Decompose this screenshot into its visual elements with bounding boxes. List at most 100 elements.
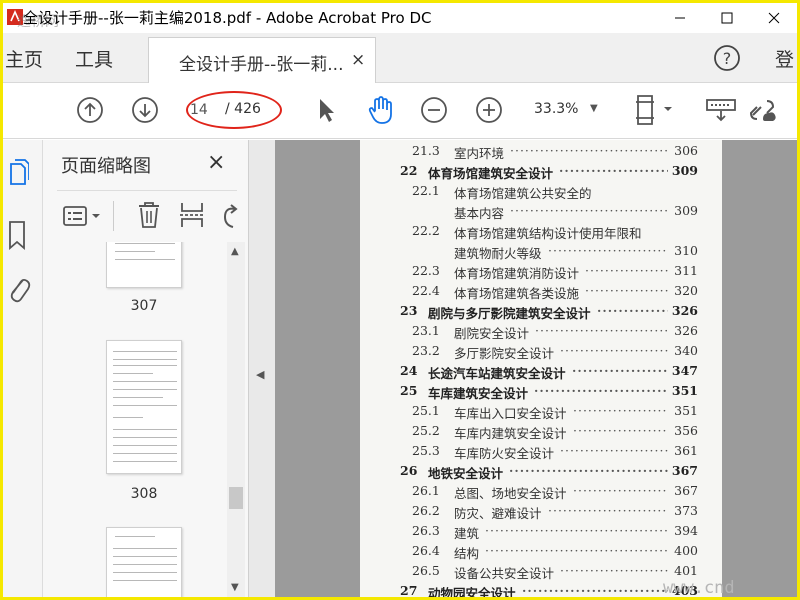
toc-page-number: 400: [674, 543, 698, 558]
toc-page-number: 347: [671, 363, 698, 378]
thumbnail-label: 308: [130, 486, 158, 502]
zoom-out-button[interactable]: [417, 93, 451, 127]
title-bar: 逸桥网 全设计手册--张一莉主编2018.pdf - Adobe Acrobat…: [3, 3, 797, 33]
toc-entry: 22.1 体育场馆建筑公共安全的: [360, 183, 722, 203]
share-link-icon: [749, 100, 776, 121]
toc-leader-dots: ········································…: [510, 143, 668, 158]
select-tool-button[interactable]: [309, 93, 343, 127]
toc-entry: 23.1 剧院安全设计 ······························…: [360, 323, 722, 343]
toc-title: 车库出入口安全设计: [454, 406, 567, 421]
toc-leader-dots: ········································…: [585, 283, 668, 298]
toc-leader-dots: ········································…: [597, 303, 668, 318]
maximize-icon: [721, 12, 733, 24]
toc-title: 建筑: [454, 526, 480, 541]
toc-title: 车库内建筑安全设计: [454, 426, 567, 441]
attachment-icon[interactable]: [5, 272, 31, 306]
thumbnail-page[interactable]: [106, 340, 182, 474]
pages-icon[interactable]: [7, 158, 29, 188]
toc-page-number: 320: [674, 283, 698, 298]
extract-pages-icon[interactable]: [179, 201, 205, 229]
toc-page-number: 311: [674, 263, 698, 278]
toc-title: 设备公共安全设计: [454, 566, 555, 581]
options-menu-icon[interactable]: [63, 205, 103, 227]
toc-leader-dots: ········································…: [560, 343, 668, 358]
toc-title: 防灾、避难设计: [454, 506, 542, 521]
share-link-button[interactable]: [745, 93, 779, 127]
toc-number: 22.3: [412, 263, 440, 278]
toc-leader-dots: ········································…: [548, 243, 668, 258]
zoom-out-icon: [421, 97, 447, 123]
sign-in-button[interactable]: 登: [775, 45, 794, 72]
toc-leader-dots: ········································…: [522, 583, 668, 597]
toc-number: 26.4: [412, 543, 440, 558]
maximize-button[interactable]: [704, 3, 750, 33]
toc-number: 25.3: [412, 443, 440, 458]
toc-page-number: 309: [671, 163, 698, 178]
thumbnail-page[interactable]: [106, 527, 182, 597]
print-button[interactable]: [703, 93, 739, 127]
toc-title: 车库建筑安全设计: [428, 386, 529, 401]
toc-page-number: 351: [671, 383, 698, 398]
toc-title: 室内环境: [454, 146, 505, 161]
toc-leader-dots: ········································…: [485, 543, 668, 558]
left-navigation-rail: [3, 140, 43, 597]
minimize-icon: [675, 17, 685, 19]
close-icon: [768, 12, 780, 24]
scrollbar-thumb[interactable]: [229, 487, 243, 509]
toc-leader-dots: ········································…: [573, 483, 668, 498]
thumbnail-label: 307: [130, 298, 158, 314]
zoom-level-select[interactable]: 33.3%: [534, 101, 578, 117]
toc-number: 22.4: [412, 283, 440, 298]
toc-page-number: 310: [674, 243, 698, 258]
help-icon[interactable]: ?: [713, 44, 741, 72]
delete-icon[interactable]: [137, 201, 161, 229]
collapse-left-icon[interactable]: ◀: [256, 368, 264, 381]
document-tab[interactable]: 全设计手册--张一莉... ×: [148, 37, 376, 83]
chevron-down-icon[interactable]: ▼: [590, 103, 598, 114]
toc-number: 26.3: [412, 523, 440, 538]
toc-number: 25.2: [412, 423, 440, 438]
hand-tool-button[interactable]: [364, 93, 398, 127]
toc-page-number: 326: [674, 323, 698, 338]
rotate-icon[interactable]: [219, 201, 241, 229]
page-down-icon: [132, 97, 158, 123]
toc-page-number: 394: [674, 523, 698, 538]
window-title: 全设计手册--张一莉主编2018.pdf - Adobe Acrobat Pro…: [23, 9, 432, 27]
document-tab-close-button[interactable]: ×: [351, 50, 365, 70]
menu-home[interactable]: 主页: [5, 45, 43, 72]
menu-tools[interactable]: 工具: [75, 45, 113, 72]
toc-page-number: 373: [674, 503, 698, 518]
toc-number: 23.1: [412, 323, 440, 338]
close-window-button[interactable]: [751, 3, 797, 33]
scroll-up-icon[interactable]: ▲: [231, 246, 239, 257]
previous-page-button[interactable]: [73, 93, 107, 127]
toc-leader-dots: ········································…: [534, 383, 668, 398]
minimize-button[interactable]: [657, 3, 703, 33]
document-view[interactable]: 21.3 室内环境 ································…: [275, 140, 797, 597]
toc-entry: 26.3 建筑 ··································…: [360, 523, 722, 543]
toc-number: 22.2: [412, 223, 440, 238]
toc-title: 体育场馆建筑各类设施: [454, 286, 580, 301]
toc-page-number: 351: [674, 403, 698, 418]
bookmark-icon[interactable]: [6, 220, 28, 250]
select-arrow-icon: [320, 99, 334, 122]
toc-number: 24: [400, 363, 418, 378]
toolbar-divider: [113, 201, 114, 231]
toc-entry: 23.2 多厅影院安全设计 ····························…: [360, 343, 722, 363]
page-view-button[interactable]: [631, 93, 675, 127]
thumbnails-scrollbar[interactable]: ▲ ▼: [227, 242, 245, 597]
thumbnail-page[interactable]: [106, 242, 182, 288]
toc-number: 26.1: [412, 483, 440, 498]
toc-title: 体育场馆建筑安全设计: [428, 166, 554, 181]
toc-leader-dots: ········································…: [509, 463, 668, 478]
next-page-button[interactable]: [128, 93, 162, 127]
toc-entry: 25.3 车库防火安全设计 ····························…: [360, 443, 722, 463]
thumbnails-list: 307 308: [43, 242, 227, 597]
scroll-down-icon[interactable]: ▼: [231, 582, 239, 593]
toc-number: 26: [400, 463, 418, 478]
panel-collapse-strip[interactable]: ◀: [249, 140, 275, 597]
zoom-in-button[interactable]: [472, 93, 506, 127]
thumbnails-panel-close-button[interactable]: ×: [207, 150, 225, 175]
toc-leader-dots: ········································…: [560, 563, 668, 578]
toc-leader-dots: ········································…: [559, 163, 668, 178]
